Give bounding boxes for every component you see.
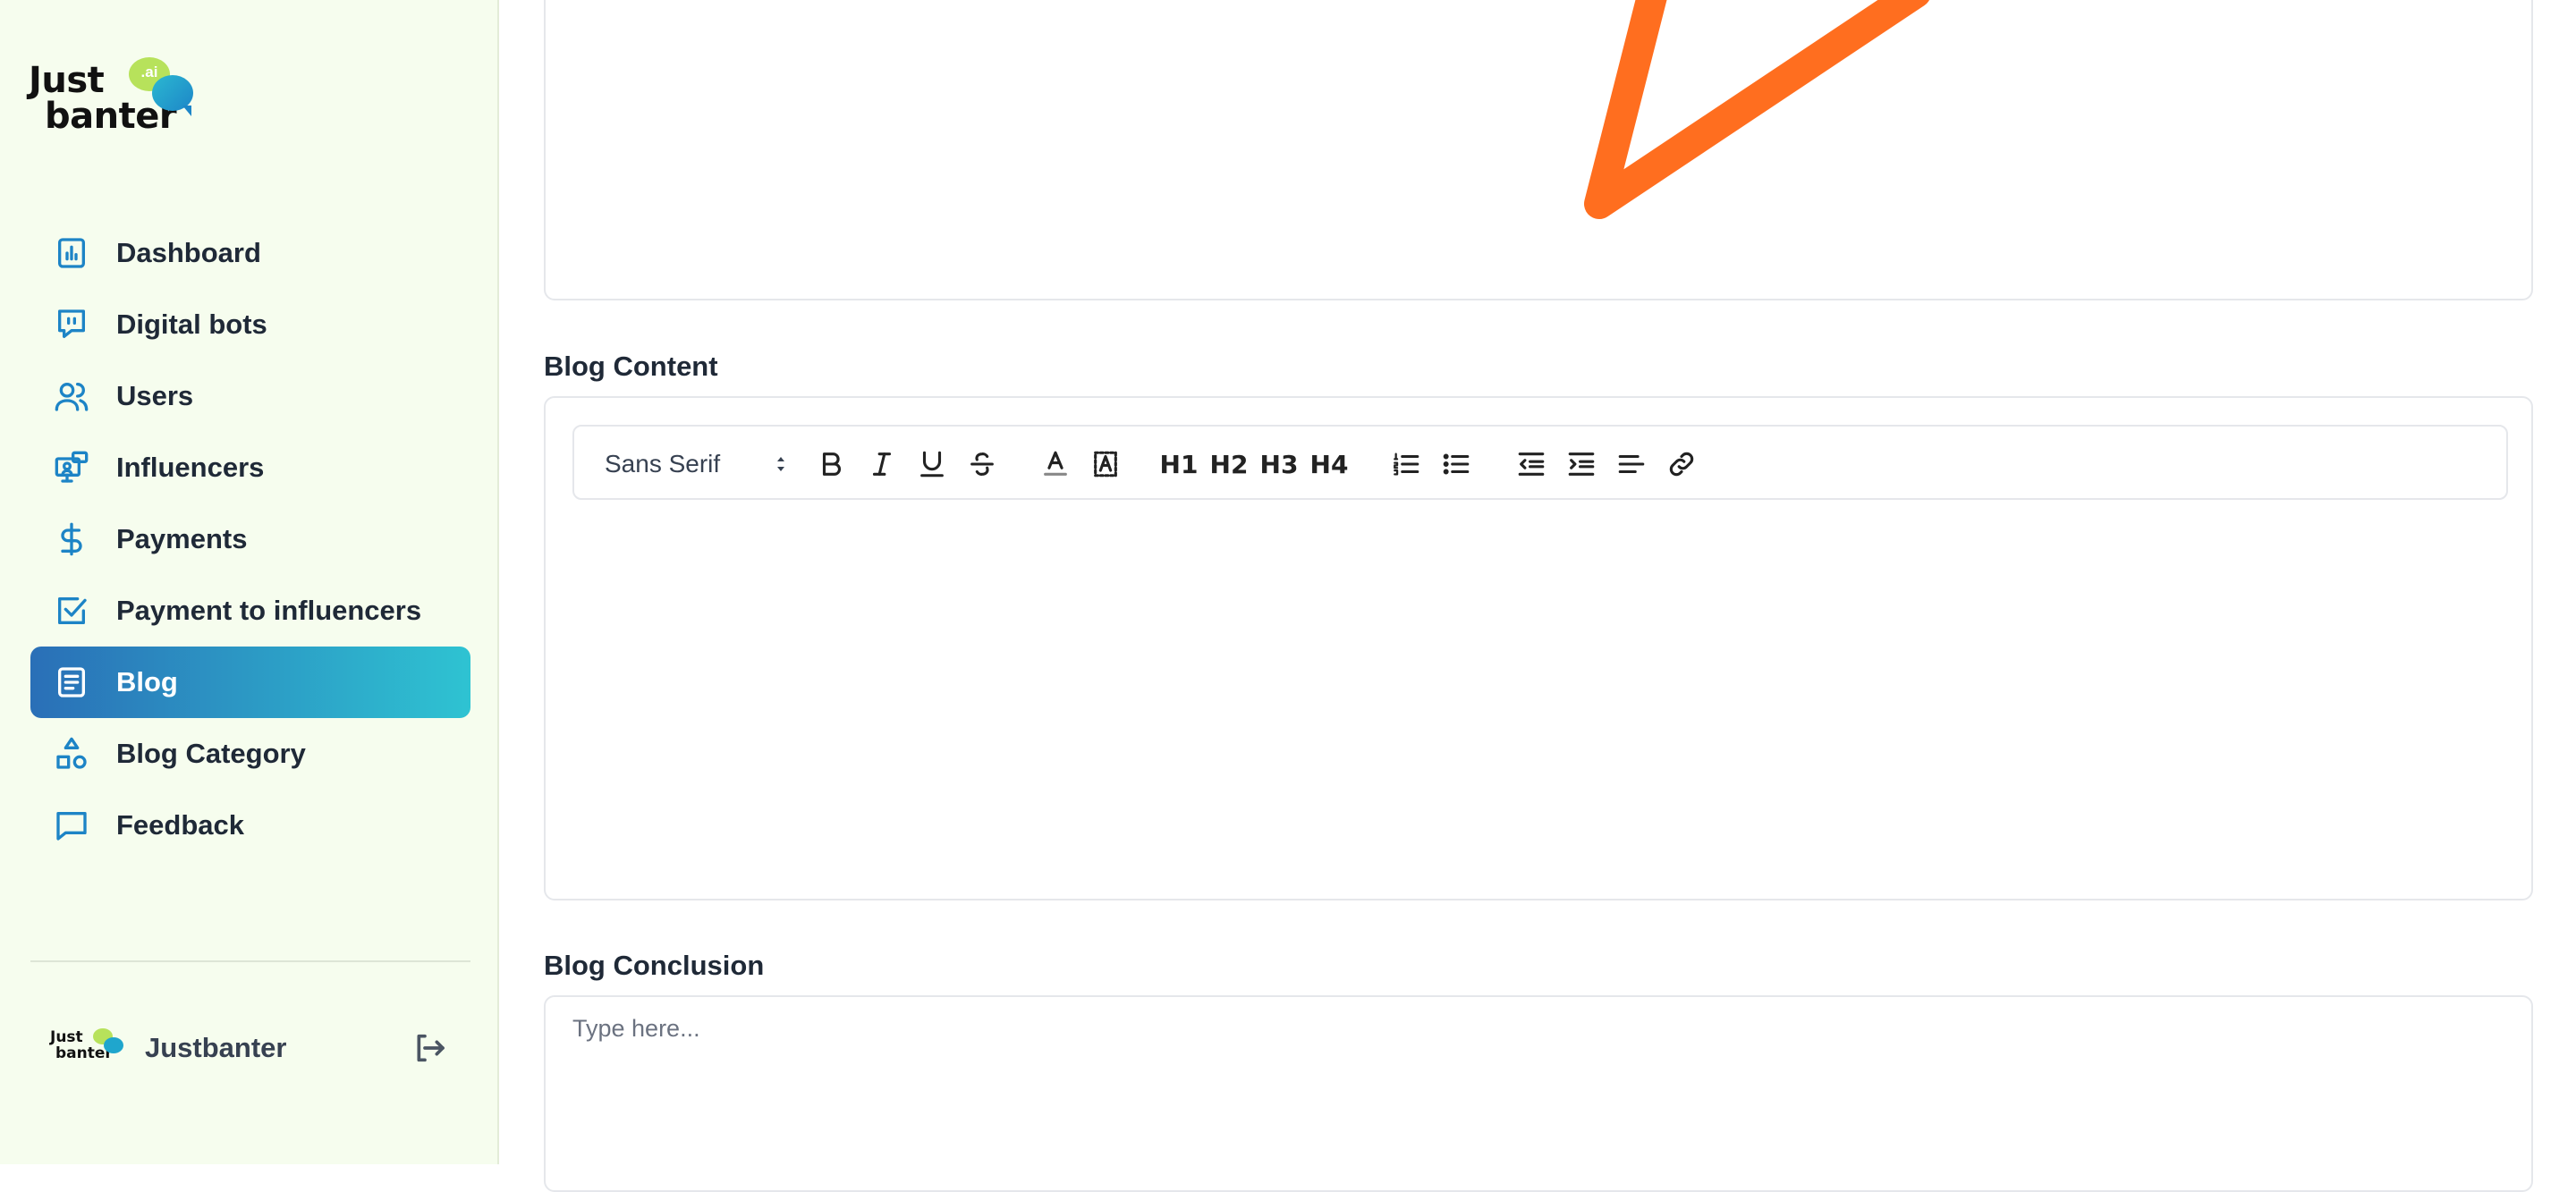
sidebar-item-dashboard[interactable]: Dashboard xyxy=(30,217,470,289)
sidebar-item-label: Blog Category xyxy=(116,738,306,769)
sidebar-item-label: Dashboard xyxy=(116,237,261,268)
sidebar: Just banter .ai Dashboard Digital bots U… xyxy=(0,0,499,1164)
align-left-icon xyxy=(1618,454,1645,474)
heading-1-button[interactable]: H1 xyxy=(1159,446,1199,482)
sidebar-item-payments[interactable]: Payments xyxy=(30,503,470,575)
heading-3-icon: H3 xyxy=(1259,449,1299,479)
document-icon xyxy=(54,664,89,700)
heading-4-button[interactable]: H4 xyxy=(1309,446,1349,482)
text-color-icon xyxy=(1044,451,1067,476)
sidebar-divider xyxy=(30,960,470,962)
italic-icon xyxy=(872,452,892,476)
underline-button[interactable] xyxy=(914,446,950,482)
brand-logo[interactable]: Just banter .ai xyxy=(29,55,208,136)
heading-4-icon: H4 xyxy=(1309,449,1349,479)
bold-icon xyxy=(822,452,841,476)
strikethrough-button[interactable] xyxy=(964,446,1000,482)
image-arrow-graphic xyxy=(1584,0,1929,219)
chat-bot-icon xyxy=(54,307,89,342)
sidebar-item-label: Blog xyxy=(116,666,178,697)
shapes-icon xyxy=(54,736,89,772)
avatar: Just banter xyxy=(50,1028,125,1068)
sidebar-item-digital-bots[interactable]: Digital bots xyxy=(30,289,470,360)
heading-3-button[interactable]: H3 xyxy=(1259,446,1299,482)
text-color-button[interactable] xyxy=(1038,446,1073,482)
link-button[interactable] xyxy=(1664,446,1699,482)
sidebar-item-label: Influencers xyxy=(116,452,265,483)
indent-icon xyxy=(1568,452,1595,476)
logout-icon[interactable] xyxy=(411,1030,447,1066)
sidebar-item-label: Payment to influencers xyxy=(116,595,422,626)
indent-button[interactable] xyxy=(1563,446,1599,482)
bullet-list-icon xyxy=(1443,453,1470,475)
logo-line-1: Just xyxy=(29,60,105,101)
heading-2-icon: H2 xyxy=(1209,449,1249,479)
sidebar-item-influencers[interactable]: Influencers xyxy=(30,432,470,503)
sidebar-item-blog[interactable]: Blog xyxy=(30,647,470,718)
link-icon xyxy=(1669,452,1694,477)
user-profile[interactable]: Just banter Justbanter xyxy=(50,1019,462,1073)
ordered-list-icon xyxy=(1394,452,1419,476)
message-icon xyxy=(54,807,89,843)
editor-toolbar: Sans Serif H1 H2 H3 H4 xyxy=(572,425,2508,500)
users-icon xyxy=(54,378,89,414)
blog-content-editor[interactable]: Sans Serif H1 H2 H3 H4 xyxy=(544,396,2533,900)
blog-conclusion-input[interactable] xyxy=(571,1013,2506,1169)
heading-2-button[interactable]: H2 xyxy=(1209,446,1249,482)
italic-button[interactable] xyxy=(864,446,900,482)
font-select-value: Sans Serif xyxy=(605,450,721,478)
sidebar-nav: Dashboard Digital bots Users Influencers… xyxy=(30,217,470,861)
logo-bubble-icon xyxy=(152,75,193,116)
sidebar-item-blog-category[interactable]: Blog Category xyxy=(30,718,470,790)
background-color-icon xyxy=(1094,451,1117,478)
ordered-list-button[interactable] xyxy=(1388,446,1424,482)
underline-icon xyxy=(920,451,944,478)
influencer-monitor-icon xyxy=(54,450,89,486)
sidebar-item-label: Users xyxy=(116,380,194,411)
blog-content-label: Blog Content xyxy=(544,351,718,382)
background-color-button[interactable] xyxy=(1088,446,1123,482)
sidebar-item-label: Digital bots xyxy=(116,309,267,340)
bullet-list-button[interactable] xyxy=(1438,446,1474,482)
user-name: Justbanter xyxy=(145,1032,287,1063)
strikethrough-icon xyxy=(970,452,994,476)
sidebar-item-users[interactable]: Users xyxy=(30,360,470,432)
heading-1-icon: H1 xyxy=(1159,449,1199,479)
select-caret-icon xyxy=(777,457,784,471)
blog-conclusion-box xyxy=(544,995,2533,1192)
outdent-icon xyxy=(1518,452,1545,476)
dollar-icon xyxy=(54,521,89,557)
avatar-bubble-icon xyxy=(104,1037,123,1053)
chart-icon xyxy=(54,235,89,271)
outdent-button[interactable] xyxy=(1513,446,1549,482)
sidebar-item-feedback[interactable]: Feedback xyxy=(30,790,470,861)
avatar-logo-line-1: Just xyxy=(50,1028,83,1046)
sidebar-item-label: Payments xyxy=(116,523,248,554)
align-button[interactable] xyxy=(1614,446,1649,482)
sidebar-item-payment-to-influencers[interactable]: Payment to influencers xyxy=(30,575,470,647)
blog-conclusion-label: Blog Conclusion xyxy=(544,950,765,981)
sidebar-item-label: Feedback xyxy=(116,809,245,841)
font-select[interactable]: Sans Serif xyxy=(605,446,784,482)
bold-button[interactable] xyxy=(814,446,850,482)
blog-image-preview xyxy=(544,0,2533,300)
checkbox-icon xyxy=(54,593,89,629)
